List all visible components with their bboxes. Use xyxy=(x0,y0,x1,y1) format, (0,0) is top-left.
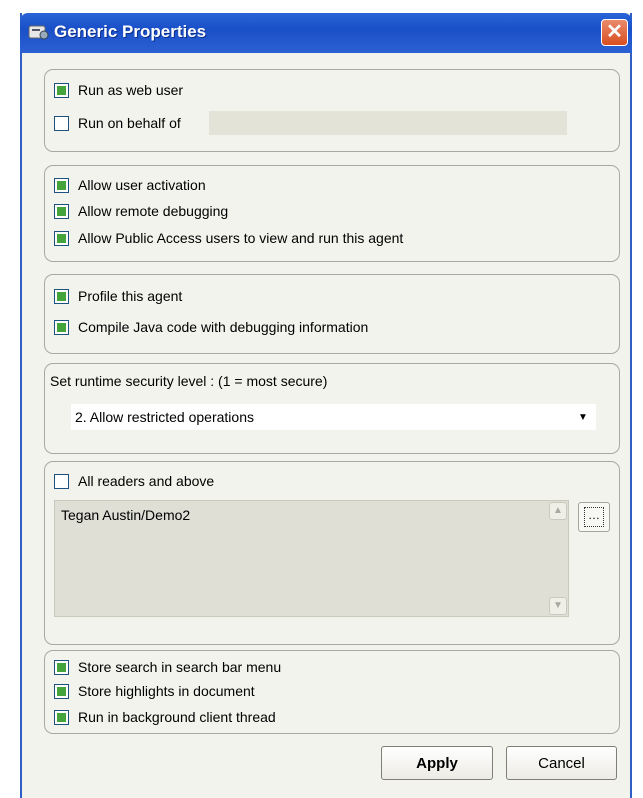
run-as-web-user-label: Run as web user xyxy=(78,82,184,98)
apply-button-label: Apply xyxy=(416,754,458,772)
run-as-web-user-checkbox[interactable] xyxy=(54,82,69,98)
allow-public-access-label: Allow Public Access users to view and ru… xyxy=(78,230,404,246)
store-highlights-label: Store highlights in document xyxy=(78,683,255,699)
allow-remote-debugging-checkbox[interactable] xyxy=(54,203,69,219)
run-on-behalf-checkbox[interactable] xyxy=(54,115,69,131)
run-on-behalf-option[interactable]: Run on behalf of xyxy=(54,113,181,133)
profile-group: Profile this agent Compile Java code wit… xyxy=(44,274,620,354)
profile-agent-checkbox[interactable] xyxy=(54,288,69,304)
names-picker-button[interactable]: … xyxy=(578,502,610,532)
store-search-checkbox[interactable] xyxy=(54,659,69,675)
store-highlights-option[interactable]: Store highlights in document xyxy=(54,681,255,701)
dialog-title: Generic Properties xyxy=(54,22,207,41)
scroll-down-icon[interactable]: ▼ xyxy=(549,597,567,615)
readers-list[interactable]: Tegan Austin/Demo2 ▲ ▼ xyxy=(54,500,569,617)
close-icon: ✕ xyxy=(606,21,623,43)
ellipsis-icon: … xyxy=(584,507,604,527)
allow-user-activation-label: Allow user activation xyxy=(78,177,206,193)
compile-java-debug-checkbox[interactable] xyxy=(54,319,69,335)
cancel-button-label: Cancel xyxy=(538,754,585,772)
run-as-group: Run as web user Run on behalf of xyxy=(44,69,620,152)
all-readers-option[interactable]: All readers and above xyxy=(54,471,214,491)
close-button[interactable]: ✕ xyxy=(601,19,628,46)
generic-properties-dialog: Generic Properties ✕ Run as web user Run… xyxy=(20,13,632,798)
apply-button[interactable]: Apply xyxy=(381,746,493,780)
all-readers-checkbox[interactable] xyxy=(54,473,69,489)
readers-list-scrollbar[interactable]: ▲ ▼ xyxy=(549,502,567,615)
background-thread-checkbox[interactable] xyxy=(54,709,69,725)
profile-agent-option[interactable]: Profile this agent xyxy=(54,286,182,306)
compile-java-debug-option[interactable]: Compile Java code with debugging informa… xyxy=(54,317,368,337)
title-bar[interactable]: Generic Properties ✕ xyxy=(20,13,632,53)
allow-public-access-checkbox[interactable] xyxy=(54,230,69,246)
search-options-group: Store search in search bar menu Store hi… xyxy=(44,650,620,734)
run-as-web-user-option[interactable]: Run as web user xyxy=(54,80,183,100)
store-search-label: Store search in search bar menu xyxy=(78,659,282,675)
background-thread-option[interactable]: Run in background client thread xyxy=(54,707,276,727)
scroll-up-icon[interactable]: ▲ xyxy=(549,502,567,520)
security-level-group: Set runtime security level : (1 = most s… xyxy=(44,363,620,454)
allow-public-access-option[interactable]: Allow Public Access users to view and ru… xyxy=(54,228,403,248)
cancel-button[interactable]: Cancel xyxy=(506,746,617,780)
store-highlights-checkbox[interactable] xyxy=(54,683,69,699)
allow-user-activation-option[interactable]: Allow user activation xyxy=(54,175,206,195)
all-readers-label: All readers and above xyxy=(78,473,215,489)
store-search-option[interactable]: Store search in search bar menu xyxy=(54,657,281,677)
allow-group: Allow user activation Allow remote debug… xyxy=(44,165,620,262)
background-thread-label: Run in background client thread xyxy=(78,709,276,725)
run-on-behalf-input[interactable] xyxy=(209,111,567,135)
profile-agent-label: Profile this agent xyxy=(78,288,183,304)
security-level-label: Set runtime security level : (1 = most s… xyxy=(50,373,328,389)
run-on-behalf-label: Run on behalf of xyxy=(78,115,181,131)
security-level-caption: Set runtime security level : (1 = most s… xyxy=(50,371,327,391)
allow-remote-debugging-option[interactable]: Allow remote debugging xyxy=(54,201,228,221)
readers-group: All readers and above Tegan Austin/Demo2… xyxy=(44,461,620,645)
allow-user-activation-checkbox[interactable] xyxy=(54,177,69,193)
agent-properties-icon xyxy=(28,23,50,41)
compile-java-debug-label: Compile Java code with debugging informa… xyxy=(78,319,369,335)
security-level-select[interactable]: 2. Allow restricted operations ▼ xyxy=(71,404,596,430)
list-item[interactable]: Tegan Austin/Demo2 xyxy=(61,507,190,523)
security-level-value: 2. Allow restricted operations xyxy=(75,409,254,425)
allow-remote-debugging-label: Allow remote debugging xyxy=(78,203,229,219)
dropdown-arrow-icon[interactable]: ▼ xyxy=(576,412,590,423)
